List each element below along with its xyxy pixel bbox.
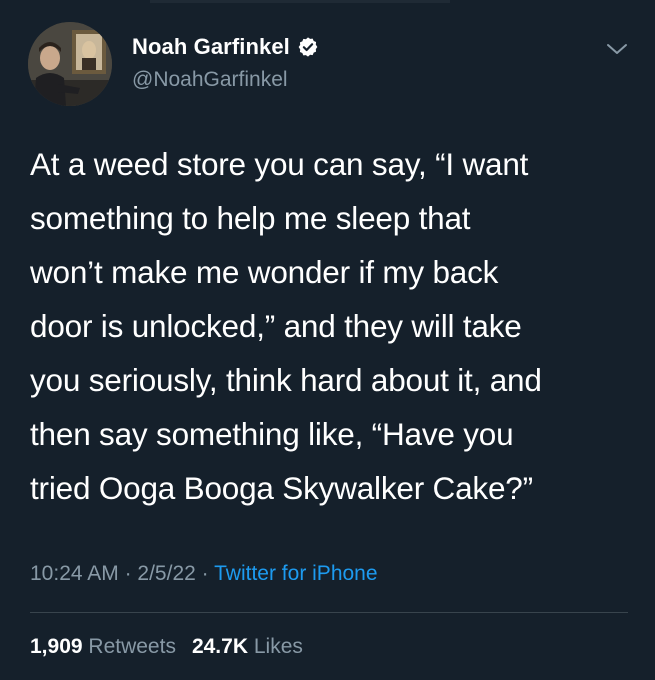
chevron-down-icon[interactable] [606, 42, 628, 56]
tweet-text: At a weed store you can say, “I want som… [30, 146, 542, 506]
retweets-count: 1,909 [30, 635, 83, 658]
retweets-stat[interactable]: 1,909 Retweets [30, 635, 176, 658]
engagement-stats: 1,909 Retweets 24.7K Likes [30, 635, 303, 659]
previous-content-edge [150, 0, 450, 3]
retweets-label: Retweets [88, 635, 176, 658]
tweet-source-link[interactable]: Twitter for iPhone [214, 562, 377, 585]
divider [30, 612, 628, 613]
avatar[interactable] [28, 22, 112, 106]
tweet-meta: 10:24 AM · 2/5/22 · Twitter for iPhone [30, 562, 378, 586]
likes-label: Likes [253, 635, 303, 658]
tweet-card: Noah Garfinkel @NoahGarfinkel At a weed … [0, 0, 655, 680]
tweet-time[interactable]: 10:24 AM [30, 562, 119, 585]
meta-separator: · [201, 562, 209, 585]
likes-stat[interactable]: 24.7K Likes [192, 635, 303, 658]
verified-badge-icon [297, 36, 319, 58]
meta-separator: · [124, 562, 132, 585]
author-name-row[interactable]: Noah Garfinkel [132, 34, 319, 60]
tweet-date[interactable]: 2/5/22 [137, 562, 195, 585]
likes-count: 24.7K [191, 635, 248, 658]
author-handle[interactable]: @NoahGarfinkel [132, 68, 288, 92]
author-display-name[interactable]: Noah Garfinkel [132, 34, 290, 60]
